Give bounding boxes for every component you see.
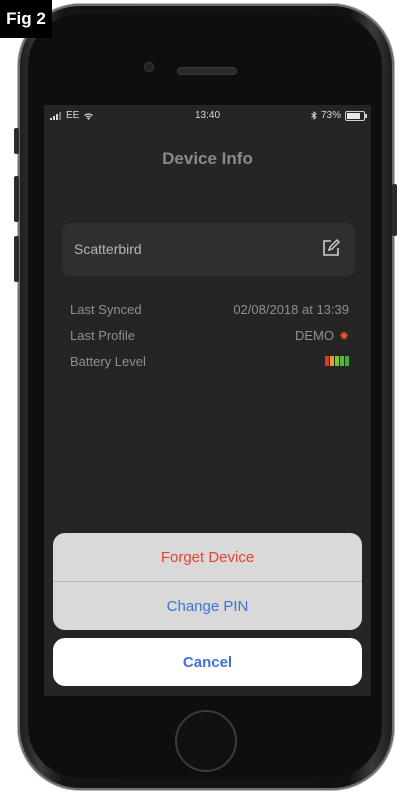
battery-percent: 73% xyxy=(320,110,341,121)
battery-bars xyxy=(325,356,349,366)
volume-down-button xyxy=(14,236,19,282)
battery-level-indicator xyxy=(325,354,349,366)
battery-level-row: Battery Level xyxy=(70,354,349,380)
battery-bar xyxy=(325,356,329,366)
device-name: Scatterbird xyxy=(74,241,142,257)
last-profile-label: Last Profile xyxy=(70,328,136,343)
device-info-list: Last Synced 02/08/2018 at 13:39 Last Pro… xyxy=(70,302,349,380)
battery-bar xyxy=(340,356,344,366)
figure-label: Fig 2 xyxy=(0,0,52,38)
last-synced-row: Last Synced 02/08/2018 at 13:39 xyxy=(70,302,349,328)
home-button[interactable] xyxy=(175,710,237,772)
star-icon: ✸ xyxy=(338,328,349,343)
mute-switch xyxy=(14,128,19,154)
battery-bar xyxy=(335,356,339,366)
earpiece-speaker xyxy=(178,68,236,74)
change-pin-button[interactable]: Change PIN xyxy=(53,582,362,630)
edit-icon[interactable] xyxy=(321,238,341,258)
status-bar: EE 13:40 73% xyxy=(44,105,371,127)
battery-level-label: Battery Level xyxy=(70,354,146,369)
cancel-button[interactable]: Cancel xyxy=(53,638,362,686)
last-synced-label: Last Synced xyxy=(70,302,142,317)
page-title: Device Info xyxy=(162,149,253,168)
last-profile-row: Last Profile DEMO ✸ xyxy=(70,328,349,354)
bluetooth-icon xyxy=(311,111,317,120)
device-name-card[interactable]: Scatterbird xyxy=(62,223,355,276)
volume-up-button xyxy=(14,176,19,222)
screen: EE 13:40 73% Device Info Scatterbird Las… xyxy=(44,105,371,696)
last-profile-value: DEMO ✸ xyxy=(295,328,349,343)
last-synced-value: 02/08/2018 at 13:39 xyxy=(233,302,349,317)
battery-bar xyxy=(330,356,334,366)
forget-device-button[interactable]: Forget Device xyxy=(53,533,362,582)
power-button xyxy=(392,184,397,236)
battery-icon xyxy=(345,110,367,121)
action-sheet: Forget Device Change PIN xyxy=(53,533,362,630)
last-profile-name: DEMO xyxy=(294,328,334,343)
front-camera xyxy=(145,63,153,71)
battery-bar xyxy=(345,356,349,366)
